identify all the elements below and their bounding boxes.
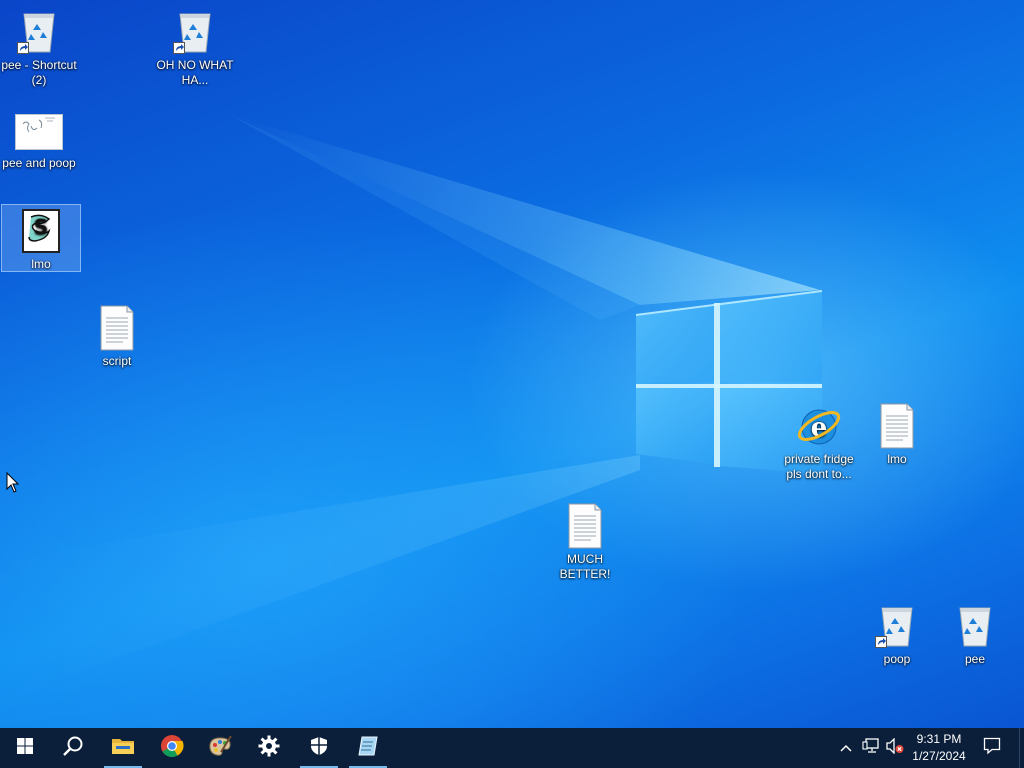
desktop[interactable]: pee - Shortcut (2) OH NO WHAT HA... pee … — [0, 0, 1024, 728]
desktop-icon-label: private fridge pls dont to... — [784, 452, 854, 481]
search-button[interactable] — [50, 728, 96, 768]
desktop-icon-pee-and-poop[interactable]: pee and poop — [0, 114, 78, 171]
desktop-icon-lmo-text[interactable]: lmo — [858, 402, 936, 467]
desktop-icon-lmo-script[interactable]: S lmo — [1, 204, 81, 272]
recycle-bin-icon — [171, 8, 219, 56]
recycle-bin-icon — [873, 602, 921, 650]
chrome-icon — [160, 734, 184, 763]
desktop-icon-label: pee - Shortcut (2) — [1, 58, 77, 87]
desktop-icon-much-better[interactable]: MUCH BETTER! — [546, 502, 624, 582]
desktop-icon-private-fridge[interactable]: e private fridge pls dont to... — [780, 402, 858, 482]
shortcut-arrow-icon — [17, 42, 29, 54]
recycle-bin-icon — [951, 602, 999, 650]
taskbar-notepad-button[interactable] — [345, 728, 391, 768]
desktop-icon-label: script — [102, 354, 132, 368]
action-center-button[interactable] — [978, 728, 1006, 768]
desktop-icon-label: lmo — [887, 452, 907, 466]
chevron-up-icon — [840, 739, 852, 757]
internet-explorer-icon: e — [795, 402, 843, 450]
volume-button[interactable] — [884, 728, 906, 768]
shield-icon — [310, 736, 328, 761]
search-icon — [62, 735, 84, 762]
image-thumbnail-icon — [15, 114, 63, 150]
desktop-icon-label: pee and poop — [2, 156, 76, 170]
desktop-icon-label: OH NO WHAT HA... — [156, 58, 234, 87]
notepad-icon — [357, 735, 379, 762]
show-desktop-button[interactable] — [1019, 728, 1024, 768]
recycle-bin-icon — [15, 8, 63, 56]
taskbar-paint-button[interactable] — [197, 728, 243, 768]
windows-start-icon — [17, 737, 33, 759]
text-document-icon — [561, 502, 609, 550]
taskbar: 9:31 PM 1/27/2024 — [0, 728, 1024, 768]
taskbar-settings-button[interactable] — [246, 728, 292, 768]
taskbar-chrome-button[interactable] — [149, 728, 195, 768]
volume-muted-icon — [885, 736, 905, 759]
taskbar-clock[interactable]: 9:31 PM 1/27/2024 — [904, 731, 974, 765]
desktop-icon-label: MUCH BETTER! — [559, 552, 611, 581]
desktop-icon-oh-no[interactable]: OH NO WHAT HA... — [156, 8, 234, 88]
network-icon — [862, 737, 880, 759]
network-button[interactable] — [860, 728, 882, 768]
clock-time: 9:31 PM — [916, 732, 962, 746]
shortcut-arrow-icon — [173, 42, 185, 54]
desktop-icon-script[interactable]: script — [78, 304, 156, 369]
text-document-icon — [93, 304, 141, 352]
taskbar-security-button[interactable] — [296, 728, 342, 768]
action-center-icon — [983, 737, 1001, 760]
desktop-icon-label: poop — [883, 652, 911, 666]
text-document-icon — [873, 402, 921, 450]
paint-palette-icon — [207, 734, 233, 763]
clock-date: 1/27/2024 — [912, 749, 966, 763]
mouse-cursor-icon — [6, 471, 20, 494]
desktop-icon-pee-shortcut-2[interactable]: pee - Shortcut (2) — [0, 8, 78, 88]
gear-icon — [258, 735, 280, 762]
svg-text:S: S — [34, 215, 48, 239]
shortcut-arrow-icon — [875, 636, 887, 648]
desktop-icon-label: lmo — [31, 257, 51, 271]
script-file-icon: S — [17, 207, 65, 255]
desktop-icon-poop[interactable]: poop — [858, 602, 936, 667]
desktop-icon-label: pee — [964, 652, 986, 666]
taskbar-file-explorer-button[interactable] — [100, 728, 146, 768]
start-button[interactable] — [2, 728, 48, 768]
desktop-icon-pee[interactable]: pee — [936, 602, 1014, 667]
folder-icon — [111, 736, 135, 761]
show-hidden-icons-button[interactable] — [836, 728, 856, 768]
